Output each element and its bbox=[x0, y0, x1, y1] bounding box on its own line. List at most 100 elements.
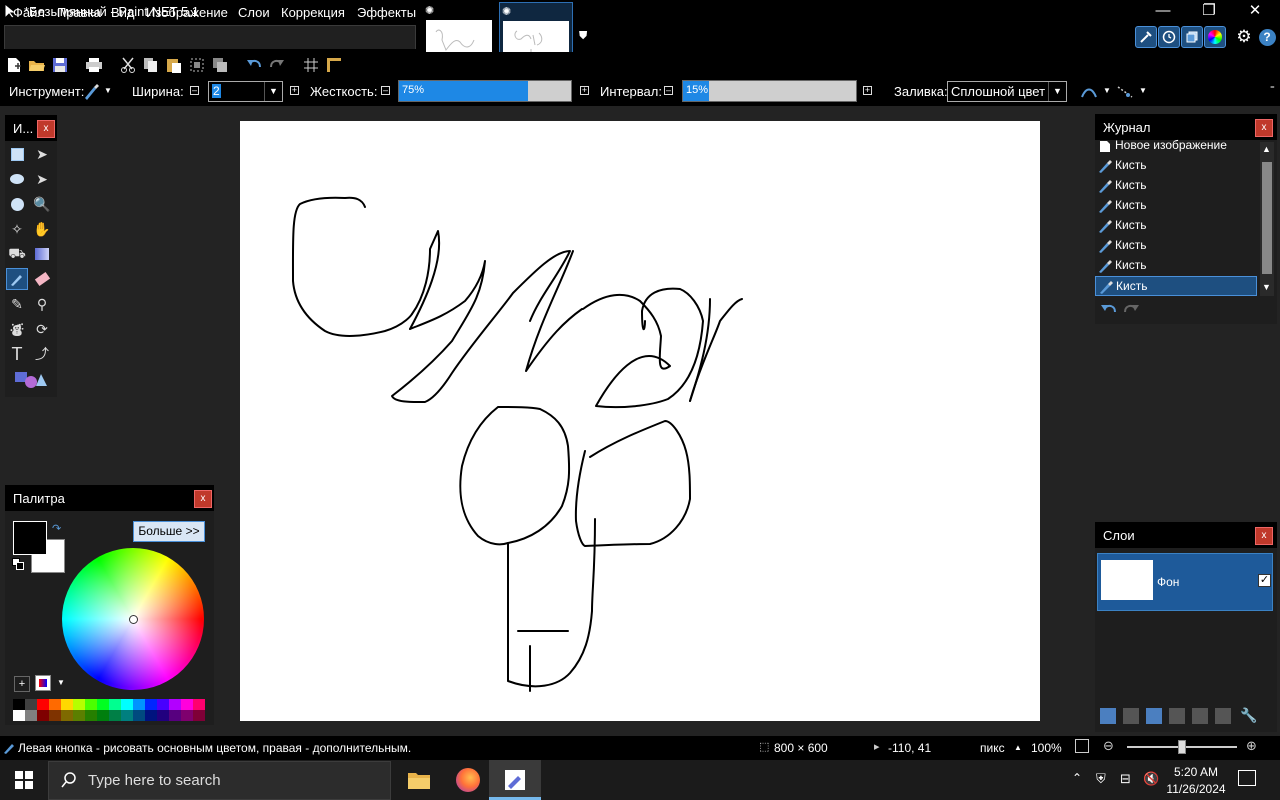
help-icon[interactable]: ? bbox=[1256, 26, 1278, 48]
hardness-increase-button[interactable]: + bbox=[580, 86, 589, 95]
close-button[interactable]: ✕ bbox=[1232, 0, 1278, 24]
move-layer-up-icon[interactable] bbox=[1192, 708, 1208, 724]
zoom-tool-icon[interactable]: 🔍 bbox=[31, 193, 53, 215]
palette-swatch[interactable] bbox=[133, 699, 145, 710]
palette-swatch[interactable] bbox=[37, 710, 49, 721]
scroll-up-icon[interactable]: ▲ bbox=[1262, 144, 1271, 154]
paint-bucket-tool-icon[interactable]: ⛟ bbox=[6, 243, 28, 265]
palette-swatch[interactable] bbox=[25, 699, 37, 710]
history-item-brush[interactable]: Кисть bbox=[1095, 176, 1257, 196]
palette-swatch[interactable] bbox=[121, 699, 133, 710]
palette-swatch[interactable] bbox=[145, 699, 157, 710]
notifications-icon[interactable] bbox=[1238, 770, 1256, 786]
layers-toggle-icon[interactable] bbox=[1181, 26, 1203, 48]
interval-decrease-button[interactable]: – bbox=[664, 86, 673, 95]
primary-color-swatch[interactable] bbox=[13, 521, 47, 555]
color-picker-tool-icon[interactable]: ⚲ bbox=[31, 293, 53, 315]
scroll-down-icon[interactable]: ▼ bbox=[1262, 282, 1271, 292]
units-select[interactable]: пикс bbox=[980, 741, 1005, 755]
tab-settings-icon[interactable]: ✺ bbox=[425, 4, 434, 17]
add-layer-icon[interactable] bbox=[1100, 708, 1116, 724]
tools-toggle-icon[interactable] bbox=[1135, 26, 1157, 48]
history-item-brush-selected[interactable]: Кисть bbox=[1095, 276, 1257, 296]
move-layer-down-icon[interactable] bbox=[1215, 708, 1231, 724]
palette-swatch[interactable] bbox=[73, 710, 85, 721]
history-item-brush[interactable]: Кисть bbox=[1095, 216, 1257, 236]
tab-settings-icon[interactable]: ✺ bbox=[502, 5, 511, 18]
firefox-icon[interactable] bbox=[456, 768, 480, 792]
menu-image[interactable]: Изображение bbox=[146, 5, 228, 20]
crop-to-selection-icon[interactable] bbox=[188, 56, 206, 74]
fill-select[interactable]: Сплошной цвет ▼ bbox=[947, 81, 1067, 102]
grid-icon[interactable] bbox=[302, 56, 320, 74]
palette-dropdown-icon[interactable]: ▼ bbox=[57, 678, 65, 687]
paintbrush-tool-icon[interactable] bbox=[6, 268, 28, 290]
deselect-icon[interactable] bbox=[211, 56, 229, 74]
settings-gear-icon[interactable]: ⚙ bbox=[1233, 26, 1255, 48]
blend-dropdown-icon[interactable]: ▼ bbox=[1139, 86, 1147, 95]
restore-button[interactable]: ❐ bbox=[1186, 0, 1232, 24]
menu-layers[interactable]: Слои bbox=[238, 5, 270, 20]
shapes-tool-icon[interactable] bbox=[13, 368, 49, 390]
antialiasing-dropdown-icon[interactable]: ▼ bbox=[1103, 86, 1111, 95]
undo-icon[interactable] bbox=[245, 56, 263, 74]
pan-tool-icon[interactable]: ✋ bbox=[31, 218, 53, 240]
palette-swatch[interactable] bbox=[25, 710, 37, 721]
palette-swatch[interactable] bbox=[193, 699, 205, 710]
history-item-brush[interactable]: Кисть bbox=[1095, 196, 1257, 216]
hardness-decrease-button[interactable]: – bbox=[381, 86, 390, 95]
palette-swatch[interactable] bbox=[181, 699, 193, 710]
palette-swatch[interactable] bbox=[193, 710, 205, 721]
palette-swatch[interactable] bbox=[97, 710, 109, 721]
layer-visibility-checkbox[interactable]: ✓ bbox=[1258, 574, 1271, 587]
width-decrease-button[interactable]: – bbox=[190, 86, 199, 95]
interval-increase-button[interactable]: + bbox=[863, 86, 872, 95]
delete-layer-icon[interactable] bbox=[1123, 708, 1139, 724]
clone-stamp-tool-icon[interactable]: ⛇ bbox=[6, 318, 28, 340]
palette-swatch[interactable] bbox=[61, 710, 73, 721]
history-item-brush[interactable]: Кисть bbox=[1095, 236, 1257, 256]
rulers-icon[interactable] bbox=[325, 56, 343, 74]
menu-adjustments[interactable]: Коррекция bbox=[281, 5, 345, 20]
more-colors-button[interactable]: Больше >> bbox=[133, 521, 205, 542]
palette-swatch[interactable] bbox=[49, 699, 61, 710]
zoom-slider-thumb[interactable] bbox=[1178, 740, 1186, 754]
add-to-palette-icon[interactable]: + bbox=[14, 676, 30, 692]
pencil-tool-icon[interactable]: ✎ bbox=[6, 293, 28, 315]
width-dropdown-icon[interactable]: ▼ bbox=[264, 82, 282, 101]
palette-swatch[interactable] bbox=[13, 699, 25, 710]
move-selected-pixels-tool-icon[interactable]: ➤ bbox=[31, 143, 53, 165]
tools-panel-close-button[interactable]: x bbox=[37, 120, 55, 138]
open-icon[interactable] bbox=[28, 56, 46, 74]
windows-start-icon[interactable] bbox=[15, 771, 33, 789]
file-explorer-icon[interactable] bbox=[407, 769, 431, 791]
palette-swatch[interactable] bbox=[109, 699, 121, 710]
color-wheel-handle[interactable] bbox=[129, 615, 138, 624]
units-dropdown-icon[interactable]: ▲ bbox=[1014, 743, 1022, 752]
interval-slider[interactable]: 15% bbox=[682, 80, 857, 102]
fill-dropdown-icon[interactable]: ▼ bbox=[1048, 82, 1066, 101]
history-item-new-image[interactable]: Новое изображение bbox=[1095, 136, 1257, 154]
security-tray-icon[interactable]: ⛨ bbox=[1096, 771, 1106, 787]
clock-time[interactable]: 5:20 AM bbox=[1165, 765, 1227, 779]
rectangle-select-tool-icon[interactable] bbox=[6, 143, 28, 165]
merge-layer-icon[interactable] bbox=[1169, 708, 1185, 724]
menu-effects[interactable]: Эффекты bbox=[357, 5, 416, 20]
copy-icon[interactable] bbox=[142, 56, 160, 74]
palette-swatch[interactable] bbox=[37, 699, 49, 710]
redo-icon[interactable] bbox=[268, 56, 286, 74]
palette-swatch[interactable] bbox=[145, 710, 157, 721]
history-item-brush[interactable]: Кисть bbox=[1095, 256, 1257, 276]
volume-muted-icon[interactable]: 🔇 bbox=[1143, 771, 1159, 787]
tool-dropdown-icon[interactable]: ▼ bbox=[104, 86, 112, 95]
drawing-canvas[interactable] bbox=[240, 121, 1040, 721]
history-scrollbar[interactable]: ▲ ▼ bbox=[1260, 142, 1274, 296]
text-tool-icon[interactable]: T bbox=[6, 343, 28, 365]
lasso-select-tool-icon[interactable] bbox=[6, 168, 28, 190]
palette-swatch[interactable] bbox=[121, 710, 133, 721]
history-undo-icon[interactable] bbox=[1100, 302, 1118, 316]
palette-swatch[interactable] bbox=[169, 710, 181, 721]
palette-swatch[interactable] bbox=[169, 699, 181, 710]
palette-panel-close-button[interactable]: x bbox=[194, 490, 212, 508]
history-redo-icon[interactable] bbox=[1122, 302, 1140, 316]
